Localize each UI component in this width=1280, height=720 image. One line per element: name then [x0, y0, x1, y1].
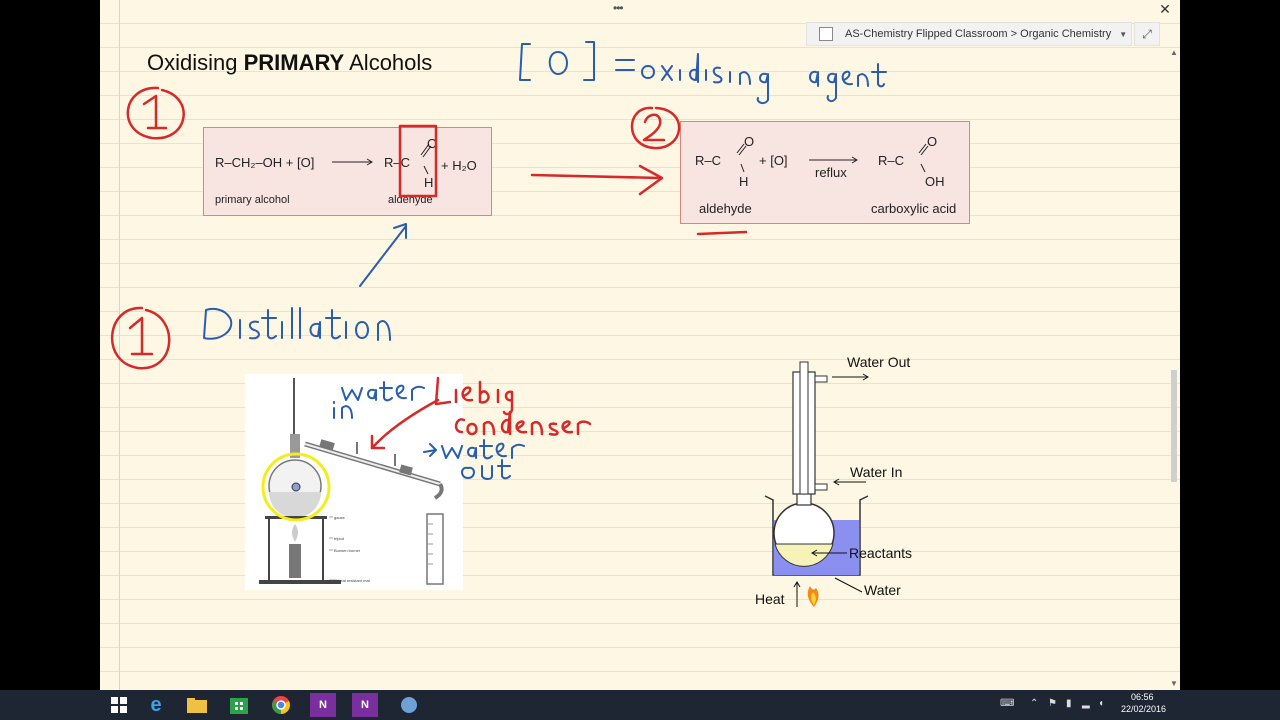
reactants-label: Reactants [849, 545, 913, 561]
label-gauze: gauze [334, 515, 345, 520]
flag-icon[interactable]: ⚑ [1048, 698, 1057, 709]
windows-taskbar: e N N ⌨ ⌃ ⚑ ▮ ▂ ◖ 06:56 22/02/2016 [0, 690, 1280, 720]
expand-icon[interactable]: ⤢ [1134, 22, 1160, 46]
scroll-thumb[interactable] [1171, 370, 1177, 482]
eq1-hydrogen: H [424, 175, 434, 190]
windows-start-icon[interactable] [106, 693, 132, 717]
eq1-reactant-label: primary alcohol [215, 194, 290, 206]
scroll-up-icon[interactable]: ▲ [1170, 48, 1178, 57]
clock-time[interactable]: 06:56 [1131, 692, 1154, 702]
eq2-hydroxyl: OH [925, 174, 945, 189]
internet-explorer-icon[interactable]: e [143, 693, 169, 717]
clock-date[interactable]: 22/02/2016 [1121, 704, 1166, 714]
vertical-scrollbar[interactable]: ▲ ▼ [1168, 48, 1180, 690]
title-prefix: Oxidising [147, 50, 244, 75]
label-heat-resistant-mat: heat resistant mat [338, 578, 370, 583]
onenote-icon[interactable]: N [310, 693, 336, 717]
eq2-oxygen-2: O [927, 134, 938, 149]
volume-icon[interactable]: ◖ [1098, 698, 1104, 709]
eq2-reactant-label: aldehyde [699, 201, 752, 216]
scroll-down-icon[interactable]: ▼ [1170, 679, 1178, 688]
title-bar-handle[interactable]: ••• [613, 1, 624, 15]
water-in-label: Water In [850, 464, 903, 480]
equation-box-aldehyde-to-acid: R–C O H + [O] reflux R–C O OH aldehyde c… [680, 121, 970, 224]
battery-icon[interactable]: ▮ [1066, 698, 1072, 709]
chevron-down-icon[interactable]: ▼ [1119, 30, 1127, 39]
equation-box-alcohol-to-aldehyde: R–CH₂–OH + [O] R–C O H + H₂O primary alc… [203, 127, 492, 216]
water-label: Water [864, 582, 901, 598]
distillation-apparatus-image: gauze tripod Bunsen burner heat resistan… [245, 374, 463, 590]
eq1-oxygen: O [427, 136, 438, 151]
title-suffix: Alcohols [344, 50, 433, 75]
title-bold: PRIMARY [243, 50, 345, 75]
store-icon[interactable] [226, 693, 252, 717]
breadcrumb-text[interactable]: AS-Chemistry Flipped Classroom > Organic… [845, 28, 1111, 40]
network-icon[interactable]: ▂ [1082, 698, 1090, 709]
app-icon[interactable] [396, 693, 422, 717]
page-margin-line [119, 0, 120, 690]
eq1-product-label: aldehyde [388, 194, 433, 206]
close-button[interactable]: ✕ [1155, 0, 1175, 18]
eq1-product-r: R–C [384, 155, 411, 170]
page-title: Oxidising PRIMARY Alcohols [147, 50, 432, 76]
breadcrumb[interactable]: AS-Chemistry Flipped Classroom > Organic… [806, 22, 1132, 46]
eq2-product-label: carboxylic acid [871, 201, 957, 216]
file-explorer-icon[interactable] [184, 693, 210, 717]
onenote-app-icon[interactable]: N [352, 693, 378, 717]
chrome-icon[interactable] [268, 693, 294, 717]
screen-border-left [0, 0, 100, 690]
water-out-label: Water Out [847, 354, 911, 370]
eq2-product-r: R–C [878, 153, 905, 168]
heat-label: Heat [755, 591, 785, 607]
screen-border-right [1180, 0, 1280, 690]
chevron-up-icon[interactable]: ⌃ [1030, 698, 1038, 709]
label-tripod: tripod [334, 536, 345, 541]
onenote-page[interactable]: ••• ✕ AS-Chemistry Flipped Classroom > O… [100, 0, 1180, 690]
label-bunsen-burner: Bunsen burner [334, 548, 361, 553]
page-icon [819, 27, 833, 41]
eq1-plus-water: + H₂O [441, 158, 477, 173]
keyboard-icon[interactable]: ⌨ [1000, 698, 1014, 709]
distillation-drawing [259, 378, 444, 585]
